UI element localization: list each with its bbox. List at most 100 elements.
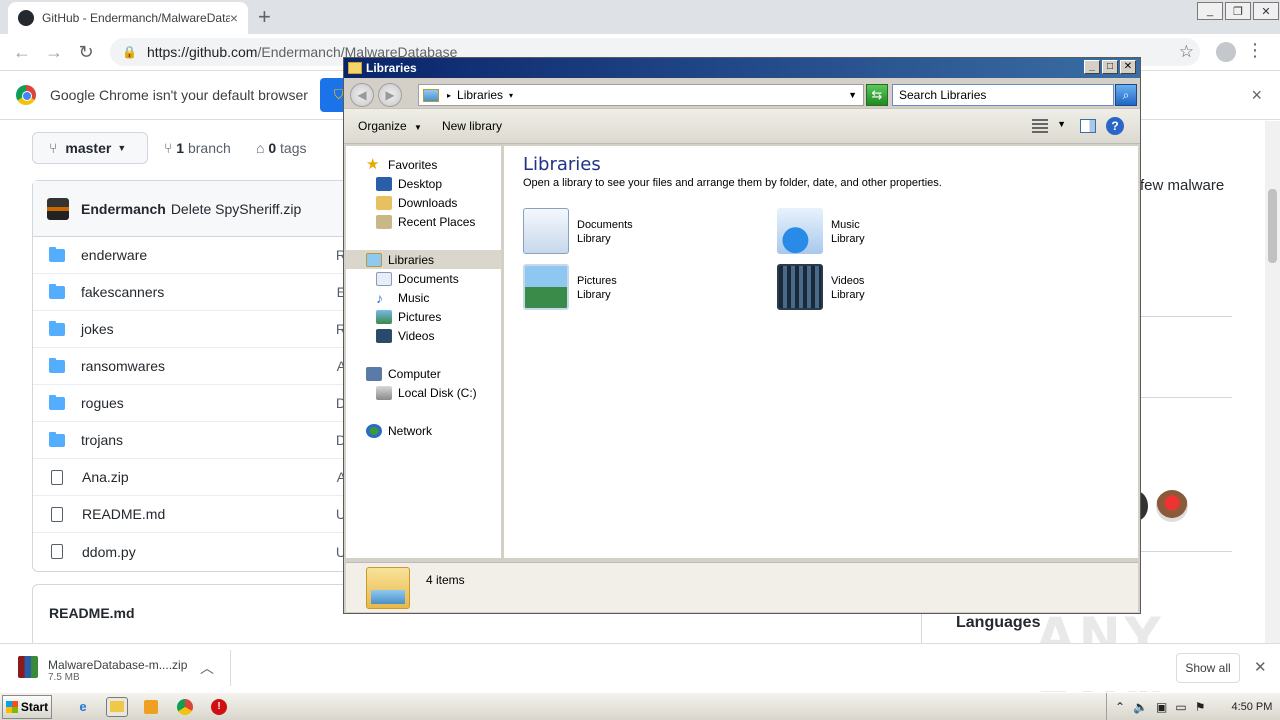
profile-avatar[interactable] (1216, 42, 1236, 62)
nav-music[interactable]: ♪ Music (376, 288, 429, 307)
breadcrumb-libraries[interactable]: Libraries (457, 88, 503, 102)
new-tab-button[interactable]: + (258, 4, 271, 30)
start-button[interactable]: Start (2, 694, 52, 719)
chevron-up-icon[interactable]: ︿ (200, 658, 214, 678)
security-alert-icon[interactable]: ! (208, 697, 230, 717)
file-row[interactable]: rogues D (33, 385, 352, 422)
library-item[interactable]: Videos Library (777, 264, 865, 310)
file-name[interactable]: ddom.py (82, 544, 136, 560)
search-input[interactable]: Search Libraries (892, 84, 1114, 106)
contributor-avatar[interactable] (1156, 490, 1188, 522)
close-shelf-button[interactable]: ✕ (1254, 658, 1267, 676)
minimize-button[interactable]: _ (1084, 60, 1100, 74)
scrollbar-thumb[interactable] (1268, 189, 1277, 263)
library-item[interactable]: Documents Library (523, 208, 633, 254)
file-name[interactable]: rogues (81, 395, 124, 411)
help-icon[interactable]: ? (1106, 117, 1124, 135)
tags-link[interactable]: ⌂ 0 tags (256, 140, 307, 156)
file-row[interactable]: enderware R (33, 237, 352, 274)
view-dropdown-icon[interactable]: ▼ (1057, 119, 1066, 129)
forward-button[interactable]: ▶ (378, 83, 402, 107)
nav-label: Network (388, 423, 433, 438)
library-item[interactable]: Music Library (777, 208, 865, 254)
minimize-button[interactable]: _ (1197, 2, 1223, 20)
file-row[interactable]: jokes R (33, 311, 352, 348)
file-icon (51, 469, 63, 485)
chrome-menu-icon[interactable]: ⋮ (1246, 40, 1264, 61)
nav-desktop[interactable]: Desktop (376, 174, 442, 193)
restore-button[interactable]: ❐ (1225, 2, 1251, 20)
show-all-button[interactable]: Show all (1176, 653, 1240, 683)
details-pane: 4 items (346, 562, 1138, 612)
nav-recent-places[interactable]: Recent Places (376, 212, 475, 231)
nav-videos[interactable]: Videos (376, 326, 434, 345)
nav-pictures[interactable]: Pictures (376, 307, 441, 326)
file-name[interactable]: README.md (82, 506, 165, 522)
reload-button[interactable]: ↻ (70, 42, 102, 63)
nav-documents[interactable]: Documents (376, 269, 459, 288)
search-icon[interactable]: ⌕ (1115, 84, 1137, 106)
file-row[interactable]: trojans D (33, 422, 352, 459)
change-view-icon[interactable] (1032, 119, 1048, 133)
address-dropdown-icon[interactable]: ▼ (848, 90, 857, 100)
command-bar: Organize ▼ New library ▼ ? (344, 108, 1140, 144)
network-tray-icon[interactable]: ▣ (1156, 700, 1167, 714)
file-name[interactable]: ransomwares (81, 358, 165, 374)
show-hidden-icons-icon[interactable]: ⌃ (1115, 700, 1125, 714)
internet-explorer-icon[interactable]: e (72, 697, 94, 717)
windows-explorer-icon[interactable] (106, 696, 128, 717)
nav-computer[interactable]: Computer (366, 364, 441, 383)
media-player-icon[interactable] (140, 697, 162, 717)
infobar-close-button[interactable]: × (1251, 85, 1262, 106)
chrome-logo-icon (16, 85, 36, 105)
author-avatar[interactable] (47, 197, 69, 220)
file-row[interactable]: fakescanners E (33, 274, 352, 311)
nav-favorites[interactable]: ★ Favorites (366, 155, 437, 174)
commit-message[interactable]: Delete SpySheriff.zip (171, 201, 301, 217)
bookmark-star-icon[interactable]: ☆ (1179, 42, 1194, 62)
breadcrumb-arrow-icon[interactable]: ▸ (447, 91, 451, 100)
file-row[interactable]: ransomwares A (33, 348, 352, 385)
file-name[interactable]: fakescanners (81, 284, 164, 300)
back-button[interactable]: ← (6, 42, 38, 63)
alert-icon: ! (211, 698, 227, 715)
browser-window-controls: _ ❐ ✕ (1196, 0, 1280, 22)
readme-title: README.md (49, 605, 135, 621)
close-button[interactable]: ✕ (1120, 60, 1136, 74)
nav-network[interactable]: Network (366, 421, 432, 440)
browser-tab[interactable]: GitHub - Endermanch/MalwareDatab × (8, 2, 248, 34)
maximize-button[interactable]: □ (1102, 60, 1118, 74)
forward-button[interactable]: → (38, 42, 70, 63)
explorer-address-bar[interactable]: ▸ Libraries ▾ ▼ (418, 84, 864, 106)
page-scrollbar[interactable] (1265, 121, 1280, 643)
file-name[interactable]: jokes (81, 321, 114, 337)
commit-author[interactable]: Endermanch (81, 201, 166, 217)
back-button[interactable]: ◀ (350, 83, 374, 107)
breadcrumb-arrow-icon[interactable]: ▾ (509, 91, 513, 100)
preview-pane-icon[interactable] (1080, 119, 1096, 133)
file-row[interactable]: ddom.py U (33, 533, 352, 570)
file-row[interactable]: Ana.zip A (33, 459, 352, 496)
nav-libraries[interactable]: Libraries (346, 250, 501, 269)
tab-close-button[interactable]: × (230, 10, 238, 26)
branches-link[interactable]: ⑂ 1 branch (164, 140, 231, 156)
nav-downloads[interactable]: Downloads (376, 193, 457, 212)
file-row[interactable]: README.md U (33, 496, 352, 533)
display-icon[interactable]: ▭ (1175, 700, 1186, 714)
new-library-button[interactable]: New library (442, 119, 502, 133)
nav-local-disk[interactable]: Local Disk (C:) (376, 383, 477, 402)
file-name[interactable]: Ana.zip (82, 469, 129, 485)
action-center-flag-icon[interactable]: ⚑ (1195, 700, 1206, 714)
organize-menu[interactable]: Organize ▼ (358, 119, 422, 133)
volume-icon[interactable]: 🔈 (1133, 700, 1148, 714)
file-name[interactable]: enderware (81, 247, 147, 263)
window-titlebar[interactable]: Libraries _ □ ✕ (344, 58, 1140, 78)
refresh-icon[interactable]: ⇆ (866, 84, 888, 106)
chrome-taskbar-icon[interactable] (174, 697, 196, 717)
library-item[interactable]: Pictures Library (523, 264, 617, 310)
close-window-button[interactable]: ✕ (1253, 2, 1279, 20)
branch-selector[interactable]: ⑂ master ▼ (32, 132, 148, 164)
file-name[interactable]: trojans (81, 432, 123, 448)
download-file-name[interactable]: MalwareDatabase-m....zip (48, 658, 187, 672)
clock[interactable]: 4:50 PM (1231, 701, 1272, 713)
